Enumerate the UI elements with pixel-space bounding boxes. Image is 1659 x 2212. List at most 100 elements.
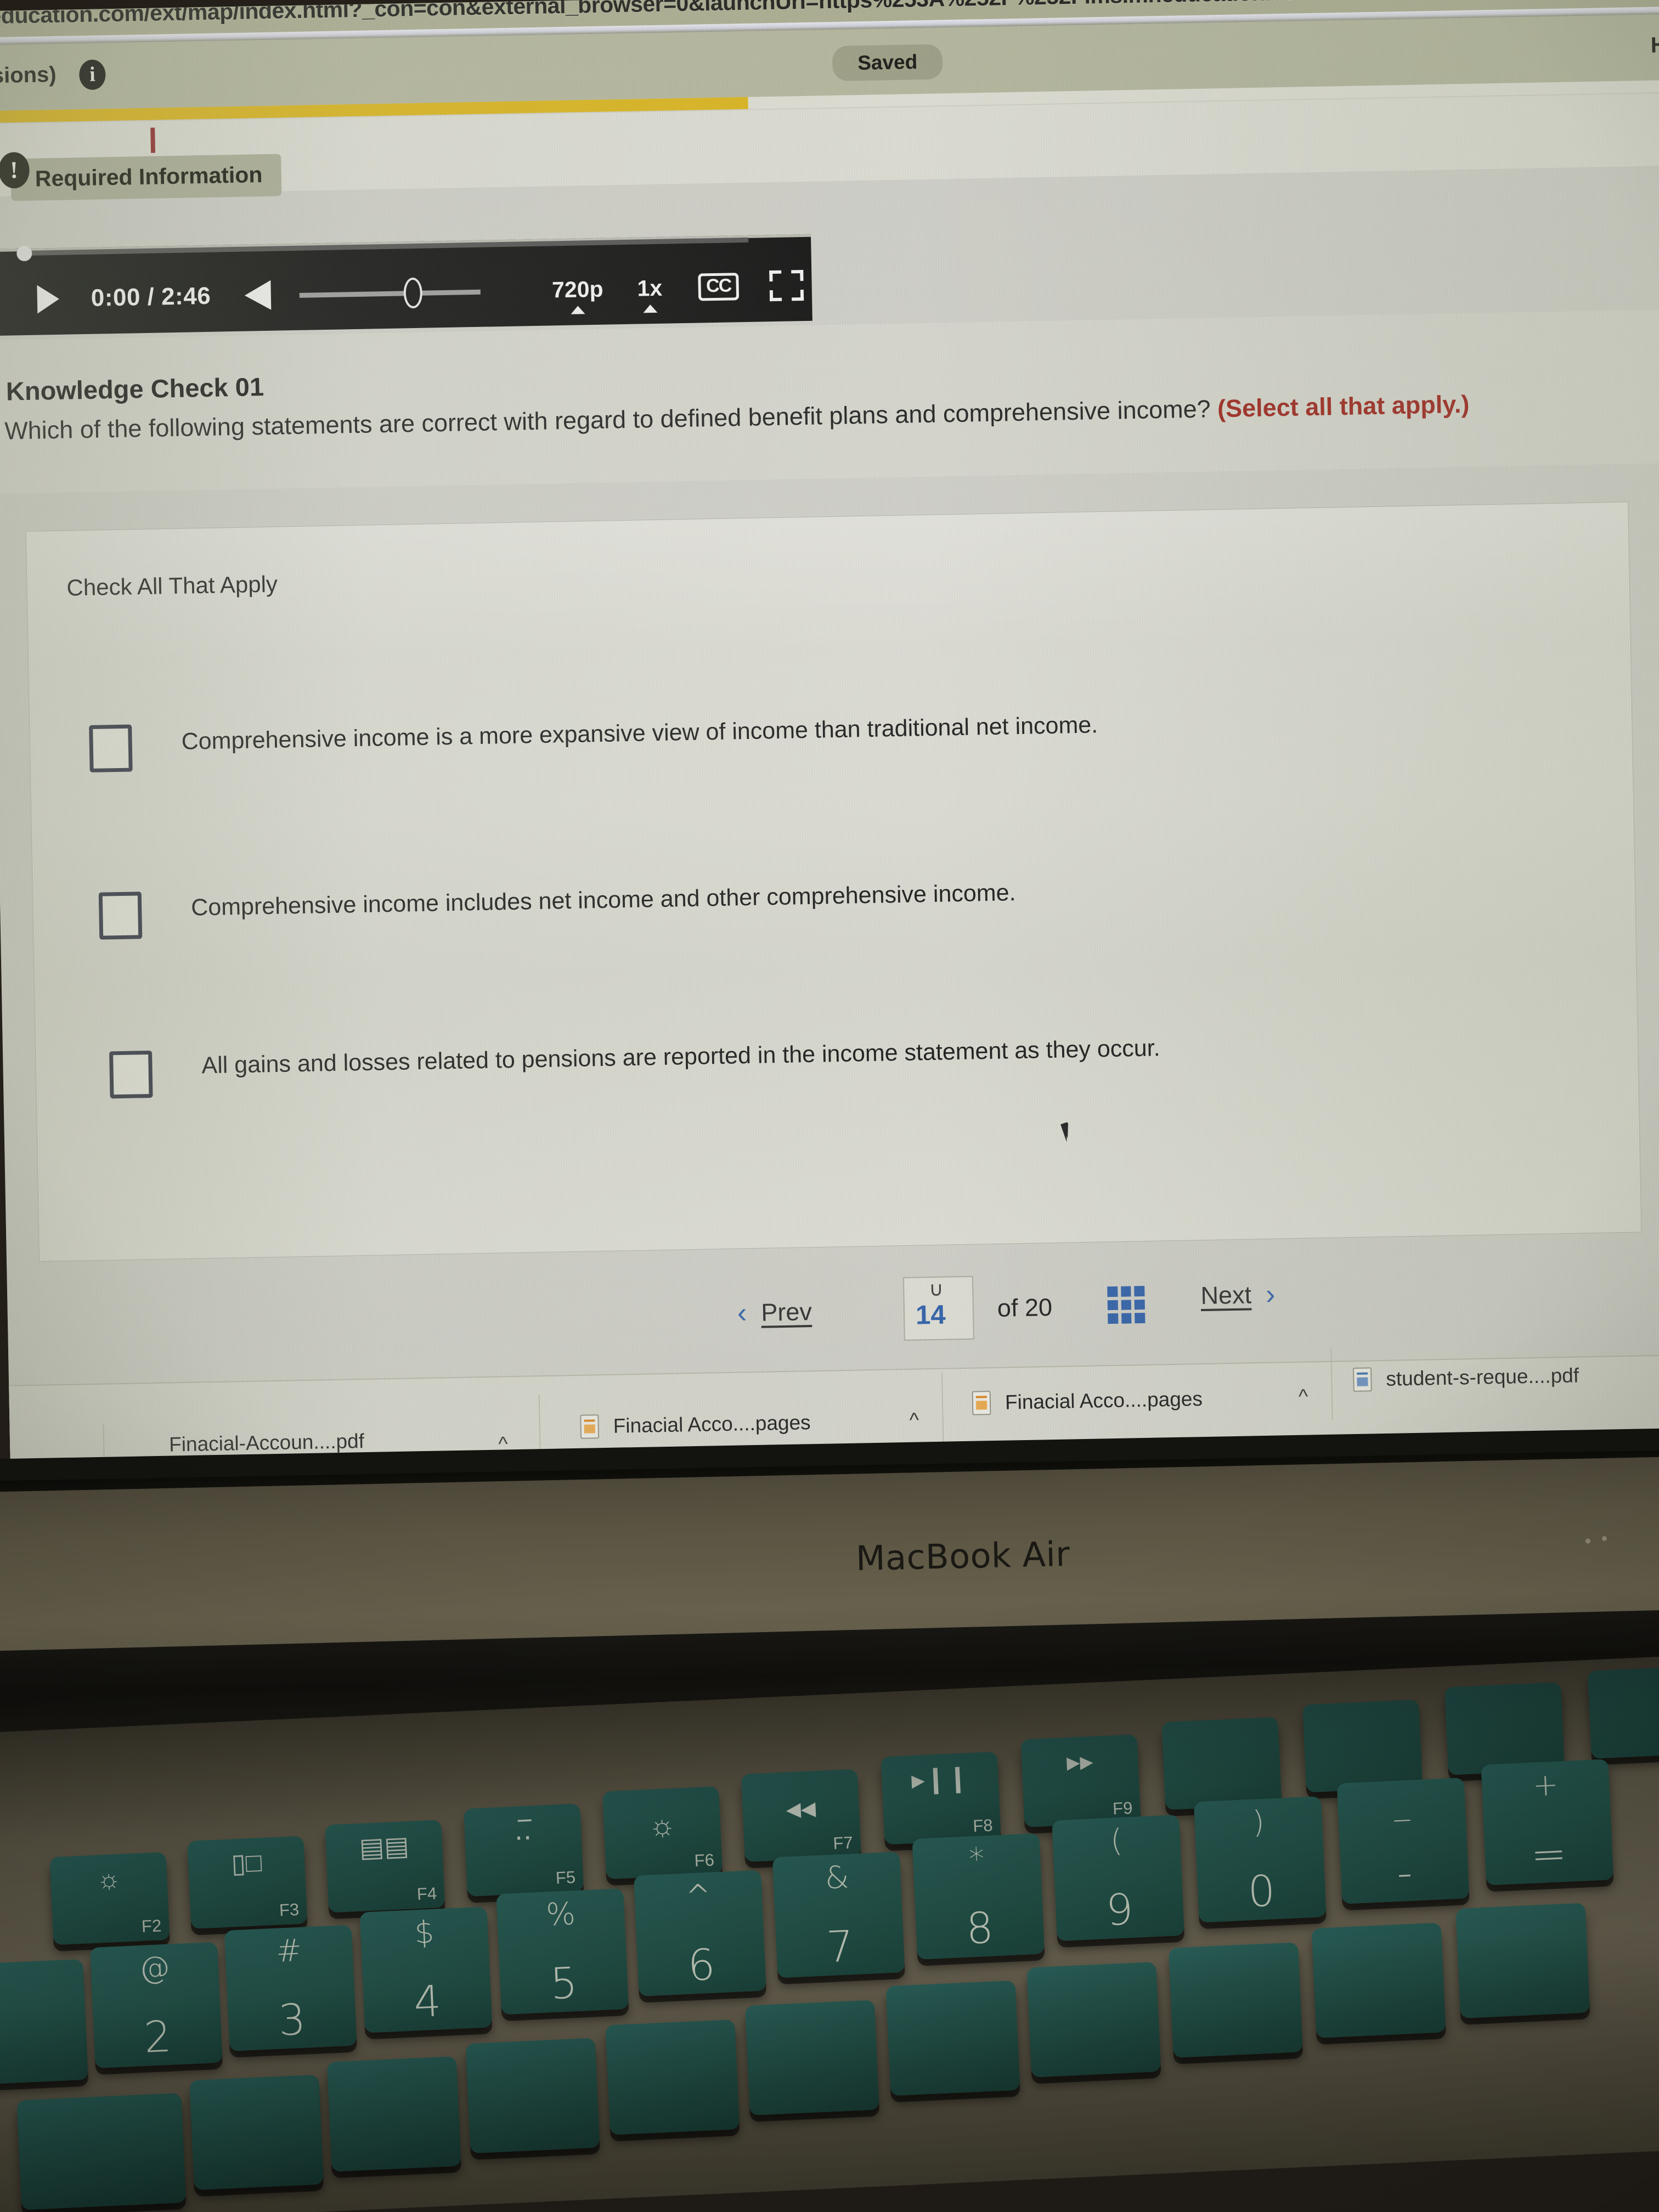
volume-slider-track	[300, 289, 481, 298]
brightness-up-icon: ☼	[96, 1864, 122, 1895]
key-3-shift-label: #	[275, 1932, 303, 1970]
mission-control-icon: ▯□	[230, 1848, 263, 1879]
keyboard-backlight-icon: ☼	[647, 1808, 676, 1843]
chevron-left-icon: ‹	[737, 1297, 747, 1329]
video-player-controls[interactable]: 0:00 / 2:46 720p 1x CC	[0, 234, 812, 336]
required-red-marker	[150, 127, 156, 153]
download-item-4-name: student-s-reque....pdf	[1385, 1364, 1579, 1390]
key-f10[interactable]	[1161, 1717, 1282, 1810]
key-1[interactable]	[0, 1959, 88, 2086]
volume-slider[interactable]	[300, 275, 481, 311]
key-5-shift-label: %	[545, 1896, 577, 1933]
key-e[interactable]	[465, 2038, 600, 2154]
volume-icon[interactable]	[244, 280, 274, 311]
key-t[interactable]	[744, 2000, 879, 2115]
key-5-label: 5	[549, 1959, 579, 2010]
play-icon[interactable]	[37, 284, 60, 314]
download-item-4[interactable]: student-s-reque....pdf	[1352, 1363, 1579, 1392]
laptop-screen: hneducation.com/ext/map/index.html?_con=…	[0, 0, 1659, 1514]
page-title: Knowledge Check 01	[5, 372, 264, 406]
key-f6[interactable]: ☼ F6	[602, 1786, 723, 1880]
text-cursor-icon: ∪	[928, 1277, 944, 1301]
key-7[interactable]: & 7	[772, 1852, 905, 1978]
key-5[interactable]: % 5	[496, 1888, 629, 2015]
key-7-shift-label: &	[824, 1859, 850, 1897]
key-0[interactable]: ) 0	[1193, 1796, 1327, 1923]
prev-button-label: Prev	[760, 1297, 812, 1327]
key-f8-label: F8	[972, 1815, 994, 1836]
key-equals-label: =	[1530, 1829, 1568, 1880]
volume-slider-knob[interactable]	[403, 277, 423, 309]
key-f9-label: F9	[1112, 1798, 1133, 1819]
key-f5-label: F5	[555, 1867, 576, 1888]
key-0-shift-label: )	[1251, 1804, 1266, 1841]
key-2-label: 2	[143, 2012, 173, 2063]
key-7-label: 7	[825, 1922, 855, 1973]
macbook-air-logo: MacBook Air	[855, 1533, 1070, 1579]
key-6[interactable]: ^ 6	[634, 1870, 766, 1996]
download-item-2-chevron[interactable]: ^	[909, 1409, 919, 1432]
key-i[interactable]	[1168, 1942, 1303, 2058]
pages-file-icon	[972, 1391, 991, 1415]
video-current-time: 0:00	[91, 284, 141, 312]
key-9[interactable]: ( 9	[1052, 1814, 1184, 1942]
checkbox-2[interactable]	[98, 891, 143, 940]
video-speed-button[interactable]: 1x	[637, 275, 662, 301]
key-f4[interactable]: ▤▤ F4	[325, 1819, 445, 1913]
key-6-label: 6	[686, 1940, 716, 1991]
download-item-2-name: Finacial Acco....pages	[613, 1411, 811, 1437]
key-y[interactable]	[885, 1980, 1020, 2096]
key-equals[interactable]: + =	[1481, 1759, 1614, 1886]
closed-captions-icon[interactable]: CC	[698, 273, 739, 301]
key-6-shift-label: ^	[684, 1877, 712, 1915]
key-f9[interactable]: ▸▸ F9	[1020, 1734, 1141, 1827]
key-f11[interactable]	[1302, 1699, 1423, 1793]
checkbox-1[interactable]	[89, 724, 133, 772]
grid-icon[interactable]	[1107, 1285, 1146, 1324]
play-pause-icon: ▸❙❙	[911, 1763, 970, 1795]
prev-button[interactable]: ‹ Prev	[737, 1295, 812, 1329]
pages-file-icon	[580, 1414, 600, 1439]
key-8[interactable]: * 8	[912, 1833, 1045, 1960]
key-4[interactable]: $ 4	[359, 1906, 493, 2033]
help-link[interactable]: He	[1650, 33, 1659, 58]
launchpad-icon: ▤▤	[358, 1831, 410, 1863]
next-button[interactable]: Next ›	[1200, 1278, 1276, 1312]
key-u[interactable]	[1026, 1962, 1161, 2078]
download-item-3-chevron[interactable]: ^	[1299, 1385, 1308, 1408]
fullscreen-icon[interactable]	[769, 270, 804, 302]
key-f5[interactable]: ‥̅ F5	[464, 1803, 584, 1897]
video-seek-track[interactable]	[19, 237, 749, 256]
key-q[interactable]	[189, 2074, 324, 2191]
key-f2-label: F2	[141, 1916, 162, 1936]
dictation-icon: ‥̅	[513, 1816, 533, 1846]
video-time-display: 0:00 / 2:46	[91, 283, 211, 312]
key-r[interactable]	[605, 2019, 740, 2135]
key-w[interactable]	[326, 2056, 461, 2172]
download-item-3[interactable]: Finacial Acco....pages	[972, 1387, 1203, 1415]
download-item-2[interactable]: Finacial Acco....pages	[580, 1410, 811, 1439]
key-p[interactable]	[1455, 1903, 1590, 2019]
key-minus[interactable]: _ -	[1336, 1778, 1470, 1904]
key-f3[interactable]: ▯□ F3	[187, 1836, 308, 1929]
key-equals-shift-label: +	[1532, 1767, 1560, 1804]
key-f8[interactable]: ▸❙❙ F8	[881, 1751, 1001, 1845]
key-2[interactable]: @ 2	[89, 1942, 223, 2069]
key-f7[interactable]: ◂◂ F7	[741, 1769, 861, 1862]
keyboard[interactable]: ☼ F2 ▯□ F3 ▤▤ F4 ‥̅ F5 ☼ F6 ◂◂ F7 ▸❙❙ F8…	[0, 1654, 1659, 2212]
key-o[interactable]	[1311, 1922, 1446, 2038]
pdf-file-icon	[1352, 1367, 1372, 1392]
video-time-separator: /	[147, 283, 155, 311]
key-f12[interactable]	[1444, 1682, 1565, 1775]
key-2-shift-label: @	[138, 1949, 171, 1987]
key-touch-id[interactable]	[1587, 1666, 1659, 1759]
checkbox-3[interactable]	[109, 1051, 153, 1099]
key-tab[interactable]	[16, 2092, 187, 2210]
question-prompt-note: (Select all that apply.)	[1217, 390, 1470, 423]
video-quality-button[interactable]: 720p	[552, 276, 603, 303]
key-3[interactable]: # 3	[224, 1925, 357, 2051]
key-f2[interactable]: ☼ F2	[49, 1852, 170, 1945]
deck-indicator-dots	[1585, 1536, 1618, 1545]
download-item-3-name: Finacial Acco....pages	[1005, 1387, 1203, 1414]
video-seek-knob[interactable]	[16, 245, 32, 262]
